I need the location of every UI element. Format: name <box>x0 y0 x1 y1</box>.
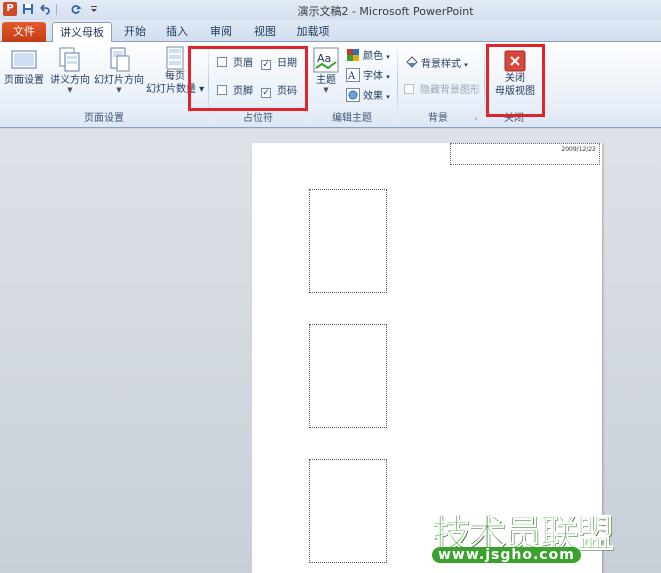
effects-icon <box>346 88 360 102</box>
window-title: 演示文稿2 - Microsoft PowerPoint <box>297 5 474 18</box>
tab-file[interactable]: 文件 <box>2 22 46 42</box>
slide-placeholder-3[interactable] <box>309 459 387 563</box>
ribbon-tabs: 文件 讲义母板 开始 插入 审阅 视图 加载项 <box>0 20 661 43</box>
chevron-down-icon: ▼ <box>323 86 329 94</box>
colors-button[interactable]: 颜色 ▾ <box>346 48 390 64</box>
handout-orientation-icon <box>59 47 80 72</box>
effects-button[interactable]: 效果 ▾ <box>346 88 390 104</box>
svg-text:A: A <box>347 71 356 82</box>
page-setup-button[interactable]: 页面设置 <box>3 46 45 87</box>
date-placeholder[interactable]: 2009/12/22 <box>450 143 600 165</box>
close-highlight-box <box>486 44 545 117</box>
svg-text:Aa: Aa <box>317 52 331 65</box>
paint-bucket-icon <box>406 56 418 68</box>
watermark: 技术员联盟 www.jsgho.com <box>428 503 628 573</box>
ribbon: 页面设置 讲义方向 ▼ 幻灯片方向 ▼ 每页 幻灯片数量 ▾ 页面设置 页眉 ✓… <box>0 42 661 128</box>
placeholder-highlight-box <box>188 46 308 111</box>
fonts-button[interactable]: A 字体 ▾ <box>346 68 390 84</box>
group-label-placeholders: 占位符 <box>243 113 273 124</box>
slide-placeholder-1[interactable] <box>309 189 387 293</box>
effects-label: 效果 <box>363 91 383 102</box>
fonts-icon: A <box>346 68 360 82</box>
colors-label: 颜色 <box>363 51 383 62</box>
background-styles-button[interactable]: 背景样式 ▾ <box>404 56 468 72</box>
slides-per-page-icon <box>166 46 184 70</box>
slide-orientation-icon <box>110 47 130 72</box>
slide-orientation-button[interactable]: 幻灯片方向 ▼ <box>93 46 145 94</box>
handout-orientation-button[interactable]: 讲义方向 ▼ <box>48 46 92 94</box>
tab-review[interactable]: 审阅 <box>204 22 238 42</box>
title-bar: P 演示文稿2 - Microsoft PowerPoint <box>0 0 661 20</box>
date-text: 2009/12/22 <box>561 146 596 153</box>
chevron-down-icon: ▾ <box>386 73 390 81</box>
group-label-background: 背景 <box>428 113 448 124</box>
tab-home[interactable]: 开始 <box>118 22 152 42</box>
slide-placeholder-2[interactable] <box>309 324 387 428</box>
tab-view[interactable]: 视图 <box>248 22 282 42</box>
hide-background-graphics-checkbox[interactable] <box>404 84 414 94</box>
tab-handout-master[interactable]: 讲义母板 <box>52 22 112 43</box>
chevron-down-icon: ▾ <box>386 93 390 101</box>
group-label-edit-theme: 编辑主题 <box>332 113 372 124</box>
chevron-down-icon: ▾ <box>464 61 468 69</box>
fonts-label: 字体 <box>363 71 383 82</box>
hide-background-graphics-label: 隐藏背景图形 <box>420 85 480 96</box>
background-styles-label: 背景样式 <box>421 59 461 70</box>
chevron-down-icon: ▾ <box>386 53 390 61</box>
dialog-launcher-icon[interactable]: ⌟ <box>474 112 477 122</box>
colors-icon <box>347 49 359 61</box>
group-label-page-setup: 页面设置 <box>84 113 124 124</box>
themes-button[interactable]: Aa 主题 ▼ <box>310 46 342 94</box>
chevron-down-icon: ▼ <box>67 86 73 94</box>
tab-insert[interactable]: 插入 <box>160 22 194 42</box>
themes-icon: Aa <box>313 47 339 73</box>
chevron-down-icon: ▼ <box>116 86 122 94</box>
page-setup-icon <box>11 50 37 69</box>
page-setup-label: 页面设置 <box>4 75 44 86</box>
watermark-url: www.jsgho.com <box>432 547 581 563</box>
hide-background-graphics-row[interactable]: 隐藏背景图形 <box>404 83 480 99</box>
tab-addins[interactable]: 加载项 <box>292 22 334 42</box>
